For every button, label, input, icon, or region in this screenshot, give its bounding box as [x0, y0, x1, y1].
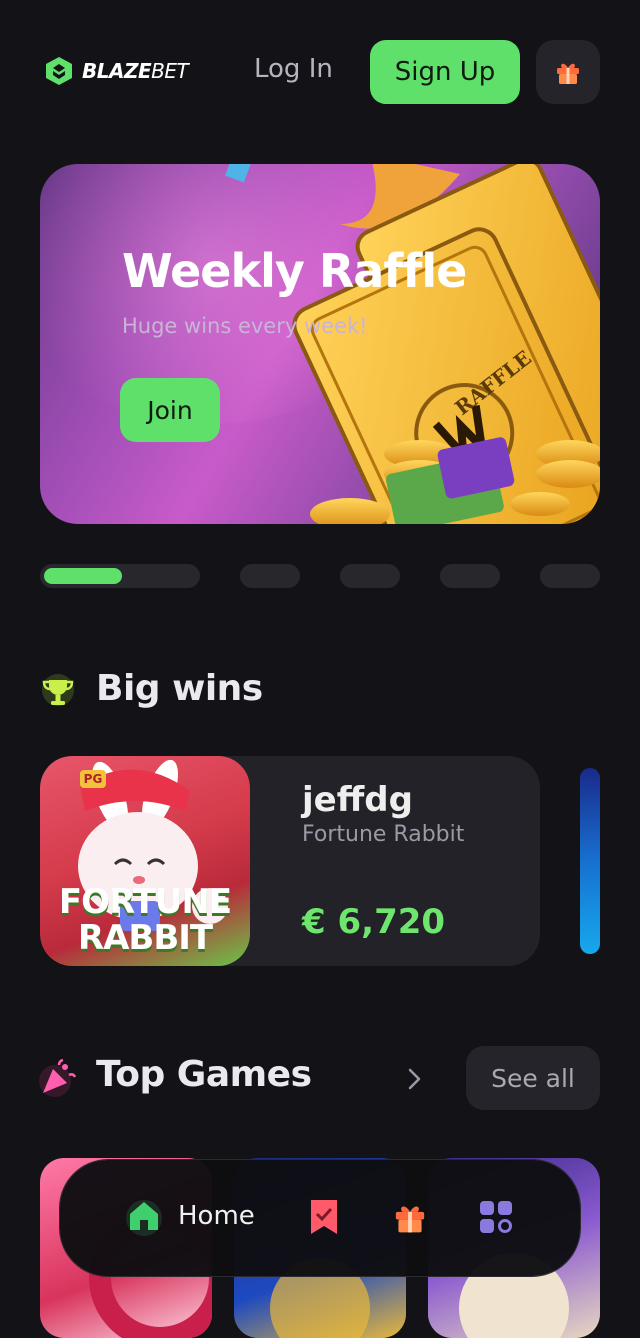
provider-badge: PG — [80, 770, 106, 788]
carousel-indicator[interactable] — [440, 564, 500, 588]
carousel-progress — [44, 568, 122, 584]
gift-icon — [395, 1206, 425, 1233]
see-all-button[interactable]: See all — [466, 1046, 600, 1110]
raffle-ticket-illustration: RAFFLE — [225, 164, 600, 524]
carousel-indicator[interactable] — [240, 564, 300, 588]
brand-logo-text: BLAZEBET — [82, 59, 189, 83]
nav-home[interactable]: Home — [124, 1196, 255, 1236]
join-button[interactable]: Join — [120, 378, 220, 442]
brand-logo-icon — [46, 57, 72, 85]
home-icon — [126, 1200, 162, 1236]
promo-banner[interactable]: RAFFLE Weekly Raffle Huge wins every wee… — [40, 164, 600, 524]
bookmark-icon — [311, 1200, 337, 1234]
login-link[interactable]: Log In — [254, 54, 333, 84]
big-wins-title: Big wins — [96, 668, 263, 709]
chevron-right-icon[interactable] — [400, 1064, 430, 1094]
game-thumbnail: PG FORTUNE RABBIT — [40, 756, 250, 966]
nav-menu[interactable] — [476, 1196, 516, 1238]
brand-logo[interactable]: BLAZEBET — [44, 56, 189, 86]
trophy-icon — [38, 672, 78, 712]
gift-icon — [557, 63, 579, 84]
top-games-title: Top Games — [96, 1054, 312, 1095]
signup-button[interactable]: Sign Up — [370, 40, 520, 104]
winner-username: jeffdg — [302, 780, 413, 820]
winner-game-name: Fortune Rabbit — [302, 822, 465, 847]
thumb-title-line1: FORTUNE — [58, 882, 232, 922]
grid-icon — [480, 1201, 512, 1233]
nav-bookmarks[interactable] — [304, 1196, 344, 1238]
nav-rewards[interactable] — [390, 1196, 430, 1238]
thumb-title-line2: RABBIT — [77, 918, 213, 958]
next-win-card-peek[interactable] — [580, 768, 600, 954]
gift-button[interactable] — [536, 40, 600, 104]
win-amount: € 6,720 — [302, 902, 446, 942]
carousel-indicator[interactable] — [540, 564, 600, 588]
carousel-indicator[interactable] — [340, 564, 400, 588]
nav-home-label: Home — [178, 1201, 255, 1231]
party-popper-icon — [38, 1058, 78, 1098]
banner-title: Weekly Raffle — [122, 244, 467, 298]
big-win-card[interactable]: PG FORTUNE RABBIT jeffdg Fortune Rabbit … — [40, 756, 540, 966]
banner-subtitle: Huge wins every week! — [122, 314, 368, 338]
